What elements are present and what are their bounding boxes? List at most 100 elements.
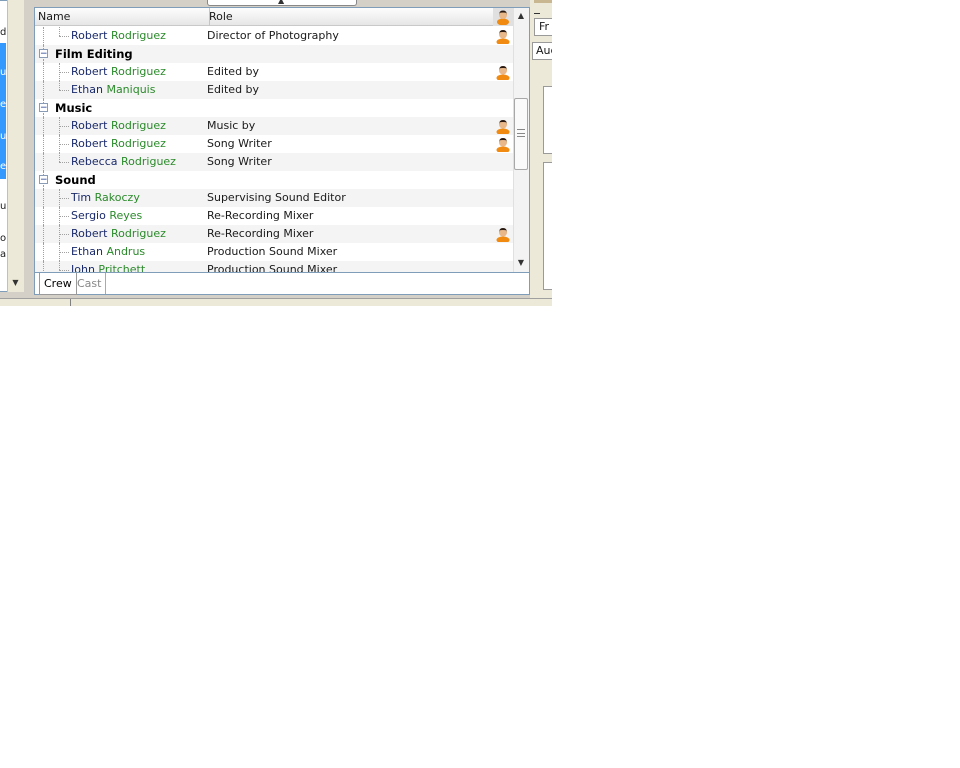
group-row[interactable]: − Film Editing xyxy=(35,45,513,63)
person-name: Ethan Andrus xyxy=(71,243,145,261)
last-name: Rodriguez xyxy=(110,137,166,150)
status-bar-divider xyxy=(70,299,71,306)
person-icon xyxy=(496,120,510,134)
person-icon xyxy=(496,228,510,242)
person-role: Edited by xyxy=(207,83,260,96)
right-panel-divider xyxy=(534,13,540,14)
scroll-down-arrow-icon[interactable]: ▼ xyxy=(513,255,529,271)
chevron-up-icon[interactable]: ▲ xyxy=(278,0,288,5)
right-panel-dropdown[interactable]: Auc xyxy=(532,42,552,60)
tree-line xyxy=(43,189,44,207)
column-header-role[interactable]: Role xyxy=(206,8,497,26)
tree-line xyxy=(59,153,60,162)
tree-branch xyxy=(59,36,69,37)
tree-line xyxy=(59,27,60,36)
tree-branch xyxy=(59,126,69,127)
last-name: Rodriguez xyxy=(110,119,166,132)
tree-branch xyxy=(59,90,69,91)
crew-row[interactable]: Ethan Andrus Production Sound Mixer xyxy=(35,243,513,261)
person-role: Music by xyxy=(207,119,256,132)
first-name: Rebecca xyxy=(71,155,118,168)
last-name: Rakoczy xyxy=(94,191,140,204)
tab-crew[interactable]: Crew xyxy=(39,273,77,295)
last-name: Rodriguez xyxy=(110,65,166,78)
left-list-fragment: u xyxy=(0,131,7,142)
person-role: Production Sound Mixer xyxy=(207,263,338,272)
column-header-name[interactable]: Name xyxy=(35,8,210,26)
left-list-fragment: e xyxy=(0,161,7,172)
crew-list-panel: Name Role Robert Rodriguez Director of Ph… xyxy=(34,7,530,273)
left-list-fragment: d xyxy=(0,27,7,38)
tree-line xyxy=(43,153,44,171)
group-label: Sound xyxy=(55,173,96,187)
last-name: Pritchett xyxy=(98,263,146,272)
scrollbar-grip-line xyxy=(517,133,525,134)
crew-row[interactable]: Robert Rodriguez Music by xyxy=(35,117,513,135)
first-name: Robert xyxy=(71,119,108,132)
right-panel-box xyxy=(543,162,552,290)
tree-line xyxy=(43,261,44,272)
scroll-down-arrow-icon[interactable]: ▼ xyxy=(7,274,24,291)
tree-line xyxy=(43,81,44,99)
person-role: Edited by xyxy=(207,65,260,78)
left-list-fragment: e xyxy=(0,99,7,110)
collapse-icon[interactable]: − xyxy=(39,49,48,59)
last-name: Rodriguez xyxy=(110,227,166,240)
right-panel-tab[interactable]: Fr xyxy=(534,18,552,36)
column-header: Name Role xyxy=(35,8,514,26)
crew-row[interactable]: Rebecca Rodriguez Song Writer xyxy=(35,153,513,171)
person-icon xyxy=(496,30,510,44)
tree-line xyxy=(43,243,44,261)
crew-row[interactable]: Robert Rodriguez Edited by xyxy=(35,63,513,81)
last-name: Rodriguez xyxy=(121,155,176,168)
tab-cast[interactable]: Cast xyxy=(73,273,107,294)
tree-branch xyxy=(59,216,69,217)
person-icon xyxy=(497,10,509,26)
crew-rows: Robert Rodriguez Director of Photography −… xyxy=(35,27,513,272)
person-name: Robert Rodriguez xyxy=(71,27,166,45)
person-name: Robert Rodriguez xyxy=(71,117,166,135)
crew-row[interactable]: Robert Rodriguez Director of Photography xyxy=(35,27,513,45)
crew-row[interactable]: Ethan Maniquis Edited by xyxy=(35,81,513,99)
tab-bar: Crew Cast xyxy=(34,273,530,295)
crew-row[interactable]: Tim Rakoczy Supervising Sound Editor xyxy=(35,189,513,207)
first-name: Tim xyxy=(71,191,92,204)
person-name: Ethan Maniquis xyxy=(71,81,155,99)
column-header-photo[interactable] xyxy=(493,8,514,26)
scroll-up-arrow-icon[interactable]: ▲ xyxy=(513,8,529,24)
tree-line xyxy=(43,63,44,81)
status-bar xyxy=(0,298,552,306)
right-panel-top-bar xyxy=(534,0,552,3)
first-name: Robert xyxy=(71,29,108,42)
collapse-icon[interactable]: − xyxy=(39,103,48,113)
last-name: Rodriguez xyxy=(110,29,166,42)
collapse-icon[interactable]: − xyxy=(39,175,48,185)
tree-line xyxy=(43,27,44,45)
person-name: Robert Rodriguez xyxy=(71,135,166,153)
tree-branch xyxy=(59,234,69,235)
last-name: Andrus xyxy=(106,245,146,258)
first-name: Sergio xyxy=(71,209,106,222)
person-name: Robert Rodriguez xyxy=(71,225,166,243)
tree-branch xyxy=(59,270,69,271)
left-scrollbar[interactable] xyxy=(7,0,24,292)
group-row[interactable]: − Music xyxy=(35,99,513,117)
tree-line xyxy=(43,225,44,243)
group-label: Music xyxy=(55,101,93,115)
group-label: Film Editing xyxy=(55,47,133,61)
tree-branch xyxy=(59,144,69,145)
tree-line xyxy=(59,81,60,90)
person-icon xyxy=(496,138,510,152)
group-row[interactable]: − Sound xyxy=(35,171,513,189)
person-role: Re-Recording Mixer xyxy=(207,227,314,240)
crew-row[interactable]: Robert Rodriguez Song Writer xyxy=(35,135,513,153)
first-name: Robert xyxy=(71,65,108,78)
person-name: Robert Rodriguez xyxy=(71,63,166,81)
crew-row[interactable]: Sergio Reyes Re-Recording Mixer xyxy=(35,207,513,225)
crew-row[interactable]: John Pritchett Production Sound Mixer xyxy=(35,261,513,272)
tree-branch xyxy=(59,198,69,199)
crew-row[interactable]: Robert Rodriguez Re-Recording Mixer xyxy=(35,225,513,243)
left-list-selection xyxy=(0,43,6,179)
first-name: Ethan xyxy=(71,83,103,96)
person-role: Song Writer xyxy=(207,155,272,168)
